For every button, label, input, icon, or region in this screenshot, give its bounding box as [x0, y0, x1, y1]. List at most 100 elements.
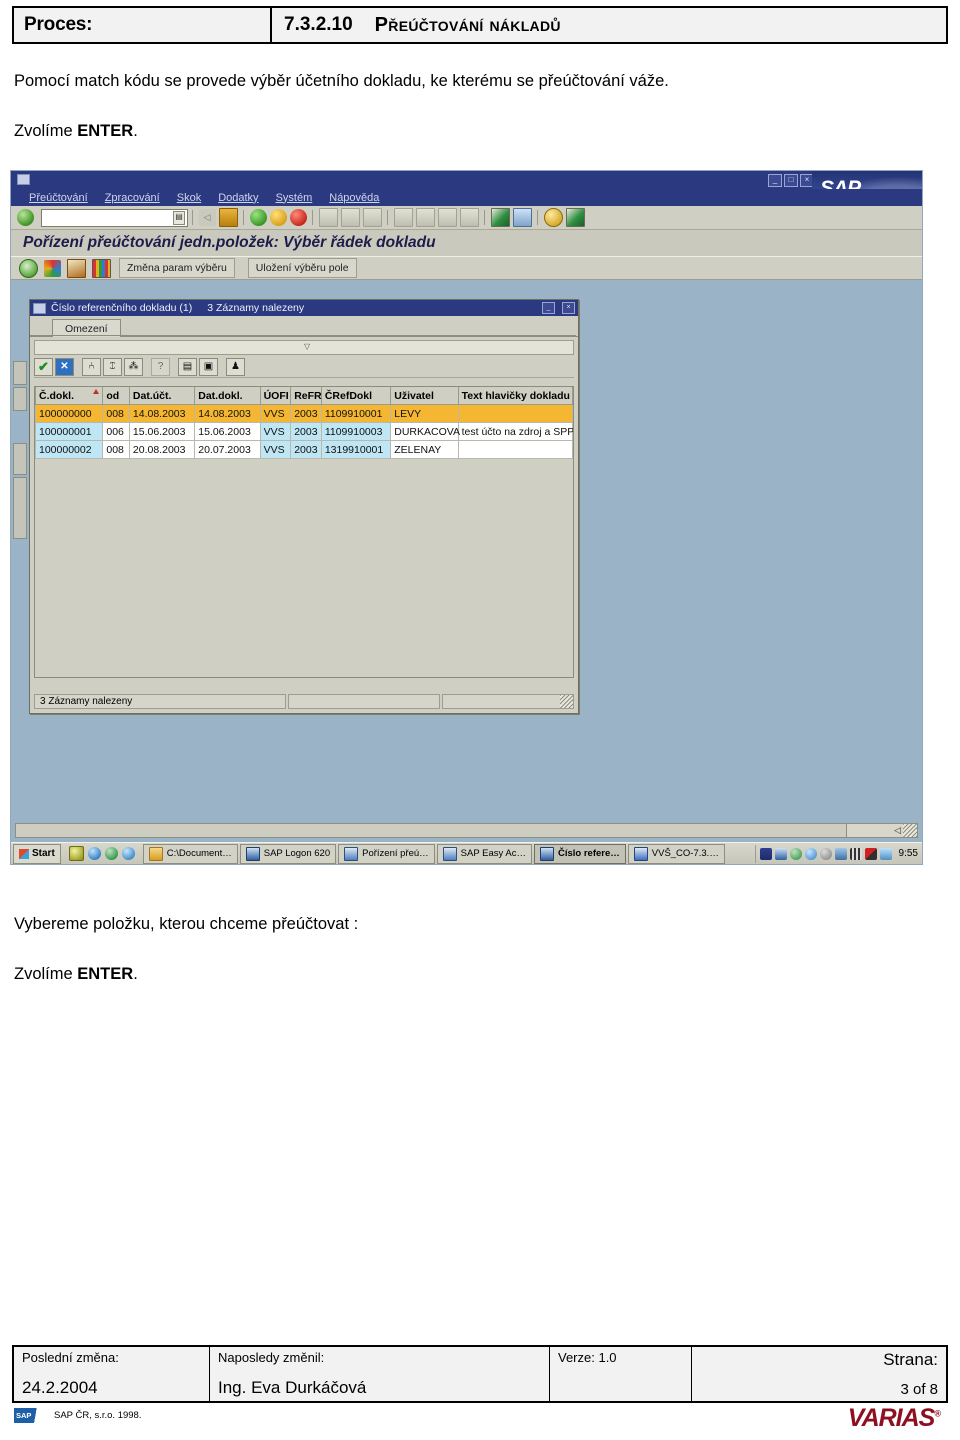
find-icon[interactable] [340, 208, 360, 227]
column-header-text[interactable]: Text hlavičky dokladu [457, 387, 573, 405]
enter-prefix-1: Zvolíme [14, 122, 78, 140]
enter-suffix-1: . [133, 122, 138, 140]
sap-tray-icon[interactable] [759, 847, 772, 860]
resize-grip-icon[interactable] [560, 695, 573, 708]
help-icon[interactable] [543, 208, 563, 227]
footer-page-cell: Strana: 3 of 8 [692, 1347, 946, 1401]
column-header-od[interactable]: od [102, 387, 130, 405]
shield-icon[interactable] [68, 846, 84, 861]
left-scroll-stub[interactable] [13, 477, 27, 539]
display-icon[interactable] [864, 847, 877, 860]
help-icon[interactable]: ? [151, 358, 170, 376]
settings-icon[interactable]: ♟ [226, 358, 245, 376]
column-header-datuct[interactable]: Dat.účt. [128, 387, 196, 405]
next-page-icon[interactable] [437, 208, 457, 227]
clock-tray-icon[interactable] [819, 847, 832, 860]
create-session-icon[interactable] [490, 208, 510, 227]
scrollbar-thumb[interactable] [16, 824, 847, 837]
history-back-icon[interactable]: ◁ [198, 209, 216, 226]
column-header-uzivatel[interactable]: Uživatel [390, 387, 459, 405]
column-header-crefdokl[interactable]: ČRefDokl [320, 387, 392, 405]
volume-icon[interactable] [879, 847, 892, 860]
check-icon[interactable]: ✔ [34, 358, 53, 376]
column-header-datdokl[interactable]: Dat.dokl. [194, 387, 261, 405]
security-icon[interactable] [834, 847, 847, 860]
find-next-icon[interactable] [362, 208, 382, 227]
shortcut-icon[interactable] [512, 208, 532, 227]
dialog-close-icon[interactable]: × [562, 302, 575, 314]
table-row[interactable]: 100000001 006 15.06.2003 15.06.2003 VVS … [35, 422, 573, 441]
layout-menu-icon[interactable] [565, 208, 585, 227]
cell-od: 006 [102, 422, 130, 441]
footer-version-cell: Verze: 1.0 [550, 1347, 692, 1401]
color-stripes-icon[interactable] [91, 258, 111, 278]
network-icon[interactable] [789, 847, 802, 860]
column-header-uofi[interactable]: ÚOFI [259, 387, 292, 405]
dialog-minimize-icon[interactable]: _ [542, 302, 555, 314]
left-scroll-stub[interactable] [13, 387, 27, 411]
globe-icon[interactable] [804, 847, 817, 860]
last-page-icon[interactable] [459, 208, 479, 227]
sap-logon-tray-icon[interactable] [774, 847, 787, 860]
cell-text [457, 404, 573, 423]
taskbar-clock[interactable]: 9:55 [899, 848, 918, 859]
cancel-x-icon[interactable]: ✕ [55, 358, 74, 376]
taskbar-item-sap-easy-access[interactable]: SAP Easy Ac… [436, 843, 532, 864]
print-icon[interactable]: ▤ [178, 358, 197, 376]
footer-last-change-cell: Poslední změna: 24.2.2004 [14, 1347, 210, 1401]
menu-item-system[interactable]: Systém [276, 192, 313, 204]
column-header-cdokl[interactable]: Č.dokl. [35, 387, 104, 405]
taskbar-item-porizeni[interactable]: Pořízení přeú… [338, 843, 435, 864]
find-icon[interactable]: ⑃ [82, 358, 101, 376]
menu-item-preuctovani[interactable]: Přeúčtování [29, 192, 88, 204]
refresh-icon[interactable] [121, 847, 135, 860]
media-player-icon[interactable] [104, 847, 118, 860]
dialog-tabstrip: Omezení [30, 316, 578, 337]
command-field[interactable]: ▤ [41, 208, 188, 227]
taskbar-item-sap-logon[interactable]: SAP Logon 620 [239, 843, 337, 864]
column-header-refr[interactable]: ReFR [290, 387, 322, 405]
menu-item-zpracovani[interactable]: Zpracování [105, 192, 160, 204]
multiple-selection-icon[interactable]: ⁂ [124, 358, 143, 376]
keyboard-icon[interactable] [849, 847, 862, 860]
menu-item-napoveda[interactable]: Nápověda [329, 192, 379, 204]
cell-refr: 2003 [290, 404, 322, 423]
first-page-icon[interactable] [393, 208, 413, 227]
exit-up-icon[interactable] [269, 209, 287, 226]
cell-datuct: 14.08.2003 [128, 404, 196, 423]
save-icon[interactable]: ▣ [199, 358, 218, 376]
start-button[interactable]: Start [13, 843, 61, 864]
sap-logon-icon [539, 846, 554, 861]
enter-check-icon[interactable] [16, 209, 34, 226]
back-icon[interactable] [249, 209, 267, 226]
multi-selection-icon[interactable] [43, 259, 61, 277]
window-resize-grip-icon[interactable] [903, 824, 917, 837]
print-icon[interactable] [318, 208, 338, 227]
find-next-icon[interactable]: ⑄ [103, 358, 122, 376]
menu-item-skok[interactable]: Skok [177, 192, 201, 204]
data-source-icon[interactable] [66, 258, 86, 278]
internet-explorer-icon[interactable] [87, 847, 101, 860]
left-scroll-stub[interactable] [13, 443, 27, 475]
sap-gui-icon [344, 846, 359, 861]
taskbar-item-word-doc[interactable]: VVŠ_CO-7.3.… [627, 843, 725, 864]
result-grid[interactable]: Č.dokl. od Dat.účt. Dat.dokl. ÚOFI ReFR … [34, 386, 574, 678]
maximize-icon[interactable]: □ [784, 174, 798, 187]
scroll-left-arrow-icon[interactable]: ◁ [894, 825, 901, 836]
left-scroll-stub[interactable] [13, 361, 27, 385]
table-row[interactable]: 100000002 008 20.08.2003 20.07.2003 VVS … [35, 440, 573, 459]
prev-page-icon[interactable] [415, 208, 435, 227]
cancel-icon[interactable] [289, 209, 307, 226]
taskbar-item-cislo-reference[interactable]: Číslo refere… [533, 843, 626, 864]
change-selection-params-button[interactable]: Změna param výběru [119, 258, 235, 278]
command-field-dropdown-icon[interactable]: ▤ [173, 210, 185, 225]
taskbar-item-documents[interactable]: C:\Document… [142, 843, 238, 864]
execute-icon[interactable] [18, 258, 38, 278]
dialog-filter-row[interactable]: ▽ [34, 340, 574, 355]
save-field-selection-button[interactable]: Uložení výběru pole [247, 258, 357, 278]
table-row[interactable]: 100000000 008 14.08.2003 14.08.2003 VVS … [35, 404, 573, 423]
save-icon[interactable] [218, 208, 238, 227]
horizontal-scrollbar[interactable]: ◁ [15, 823, 918, 838]
minimize-icon[interactable]: _ [768, 174, 782, 187]
menu-item-dodatky[interactable]: Dodatky [218, 192, 258, 204]
